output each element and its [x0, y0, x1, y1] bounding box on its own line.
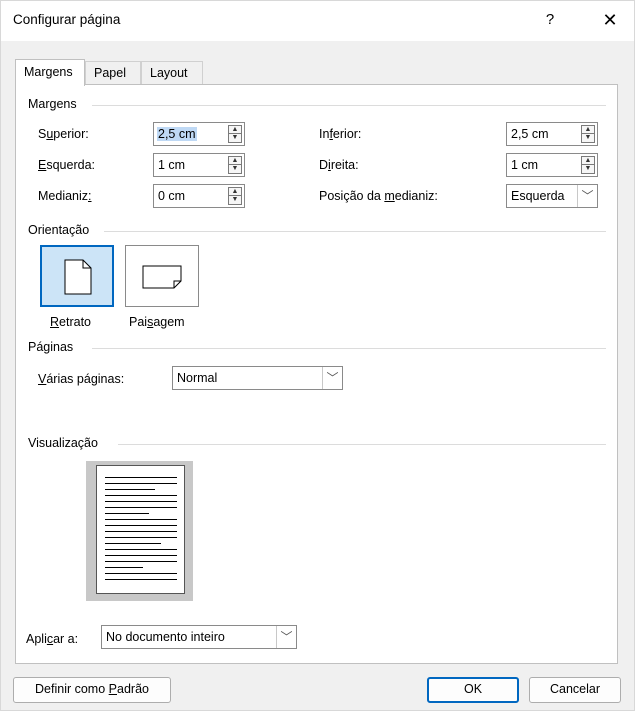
- dialog-title: Configurar página: [13, 12, 121, 27]
- aplicar-a-select[interactable]: No documento inteiro ﹀: [101, 625, 297, 649]
- tab-layout[interactable]: Layout: [141, 61, 203, 85]
- ok-button[interactable]: OK: [427, 677, 519, 703]
- landscape-label: Paisagem: [129, 315, 185, 329]
- chevron-down-icon[interactable]: ﹀: [577, 185, 597, 207]
- esquerda-value[interactable]: 1 cm: [157, 158, 186, 172]
- close-button[interactable]: ✕: [597, 9, 623, 31]
- chevron-down-icon[interactable]: ﹀: [322, 367, 342, 389]
- page-setup-dialog: Configurar página ? ✕ Margens Papel Layo…: [0, 0, 635, 711]
- posicao-medianiz-label: Posição da medianiz:: [319, 189, 438, 203]
- superior-spin-buttons[interactable]: ▲ ▼: [228, 125, 242, 143]
- direita-label: Direita:: [319, 158, 359, 172]
- esquerda-spin-buttons[interactable]: ▲ ▼: [228, 156, 242, 174]
- superior-label: Superior:: [38, 127, 89, 141]
- section-divider: [92, 348, 606, 349]
- tab-margens[interactable]: Margens: [15, 59, 85, 86]
- spin-down-icon[interactable]: ▼: [582, 134, 594, 142]
- tab-panel-margens: Margens Superior: 2,5 cm ▲ ▼ Inferior: 2,…: [15, 84, 618, 664]
- inferior-label: Inferior:: [319, 127, 362, 141]
- cancel-button[interactable]: Cancelar: [529, 677, 621, 703]
- spin-up-icon[interactable]: ▲: [229, 188, 241, 196]
- medianiz-label: Medianiz:: [38, 189, 92, 203]
- section-divider: [104, 231, 606, 232]
- medianiz-value[interactable]: 0 cm: [157, 189, 186, 203]
- aplicar-a-label: Aplicar a:: [26, 632, 79, 646]
- help-button[interactable]: ?: [539, 9, 561, 31]
- section-divider: [118, 444, 606, 445]
- superior-value[interactable]: 2,5 cm: [157, 127, 197, 141]
- spin-up-icon[interactable]: ▲: [229, 157, 241, 165]
- chevron-down-icon[interactable]: ﹀: [276, 626, 296, 648]
- section-divider: [92, 105, 606, 106]
- posicao-medianiz-value: Esquerda: [511, 189, 565, 203]
- spin-up-icon[interactable]: ▲: [582, 126, 594, 134]
- set-as-default-button[interactable]: Definir como Padrão: [13, 677, 171, 703]
- portrait-label: Retrato: [50, 315, 91, 329]
- medianiz-spin-buttons[interactable]: ▲ ▼: [228, 187, 242, 205]
- varias-paginas-value: Normal: [177, 371, 218, 385]
- esquerda-label: Esquerda:: [38, 158, 95, 172]
- posicao-medianiz-select[interactable]: Esquerda ﹀: [506, 184, 598, 208]
- spin-down-icon[interactable]: ▼: [229, 134, 241, 142]
- varias-paginas-select[interactable]: Normal ﹀: [172, 366, 343, 390]
- inferior-spinner[interactable]: 2,5 cm ▲ ▼: [506, 122, 598, 146]
- spin-up-icon[interactable]: ▲: [582, 157, 594, 165]
- dialog-body: Margens Papel Layout Margens Superior: 2…: [1, 41, 634, 710]
- inferior-value[interactable]: 2,5 cm: [510, 127, 550, 141]
- esquerda-spinner[interactable]: 1 cm ▲ ▼: [153, 153, 245, 177]
- spin-down-icon[interactable]: ▼: [582, 165, 594, 173]
- medianiz-spinner[interactable]: 0 cm ▲ ▼: [153, 184, 245, 208]
- preview-page-icon: [96, 465, 185, 594]
- spin-up-icon[interactable]: ▲: [229, 126, 241, 134]
- portrait-page-icon: [64, 259, 92, 295]
- title-bar: Configurar página ? ✕: [1, 1, 634, 41]
- section-orientacao-label: Orientação: [28, 223, 90, 237]
- spin-down-icon[interactable]: ▼: [229, 165, 241, 173]
- page-preview: [86, 461, 193, 601]
- superior-spinner[interactable]: 2,5 cm ▲ ▼: [153, 122, 245, 146]
- varias-paginas-label: Várias páginas:: [38, 372, 125, 386]
- portrait-button[interactable]: [40, 245, 114, 307]
- tab-papel[interactable]: Papel: [85, 61, 141, 85]
- spin-down-icon[interactable]: ▼: [229, 196, 241, 204]
- aplicar-a-value: No documento inteiro: [106, 630, 225, 644]
- direita-spin-buttons[interactable]: ▲ ▼: [581, 156, 595, 174]
- direita-spinner[interactable]: 1 cm ▲ ▼: [506, 153, 598, 177]
- section-paginas-label: Páginas: [28, 340, 74, 354]
- direita-value[interactable]: 1 cm: [510, 158, 539, 172]
- inferior-spin-buttons[interactable]: ▲ ▼: [581, 125, 595, 143]
- section-margens-label: Margens: [28, 97, 77, 111]
- landscape-page-icon: [142, 265, 182, 289]
- landscape-button[interactable]: [125, 245, 199, 307]
- section-visualizacao-label: Visualização: [28, 436, 98, 450]
